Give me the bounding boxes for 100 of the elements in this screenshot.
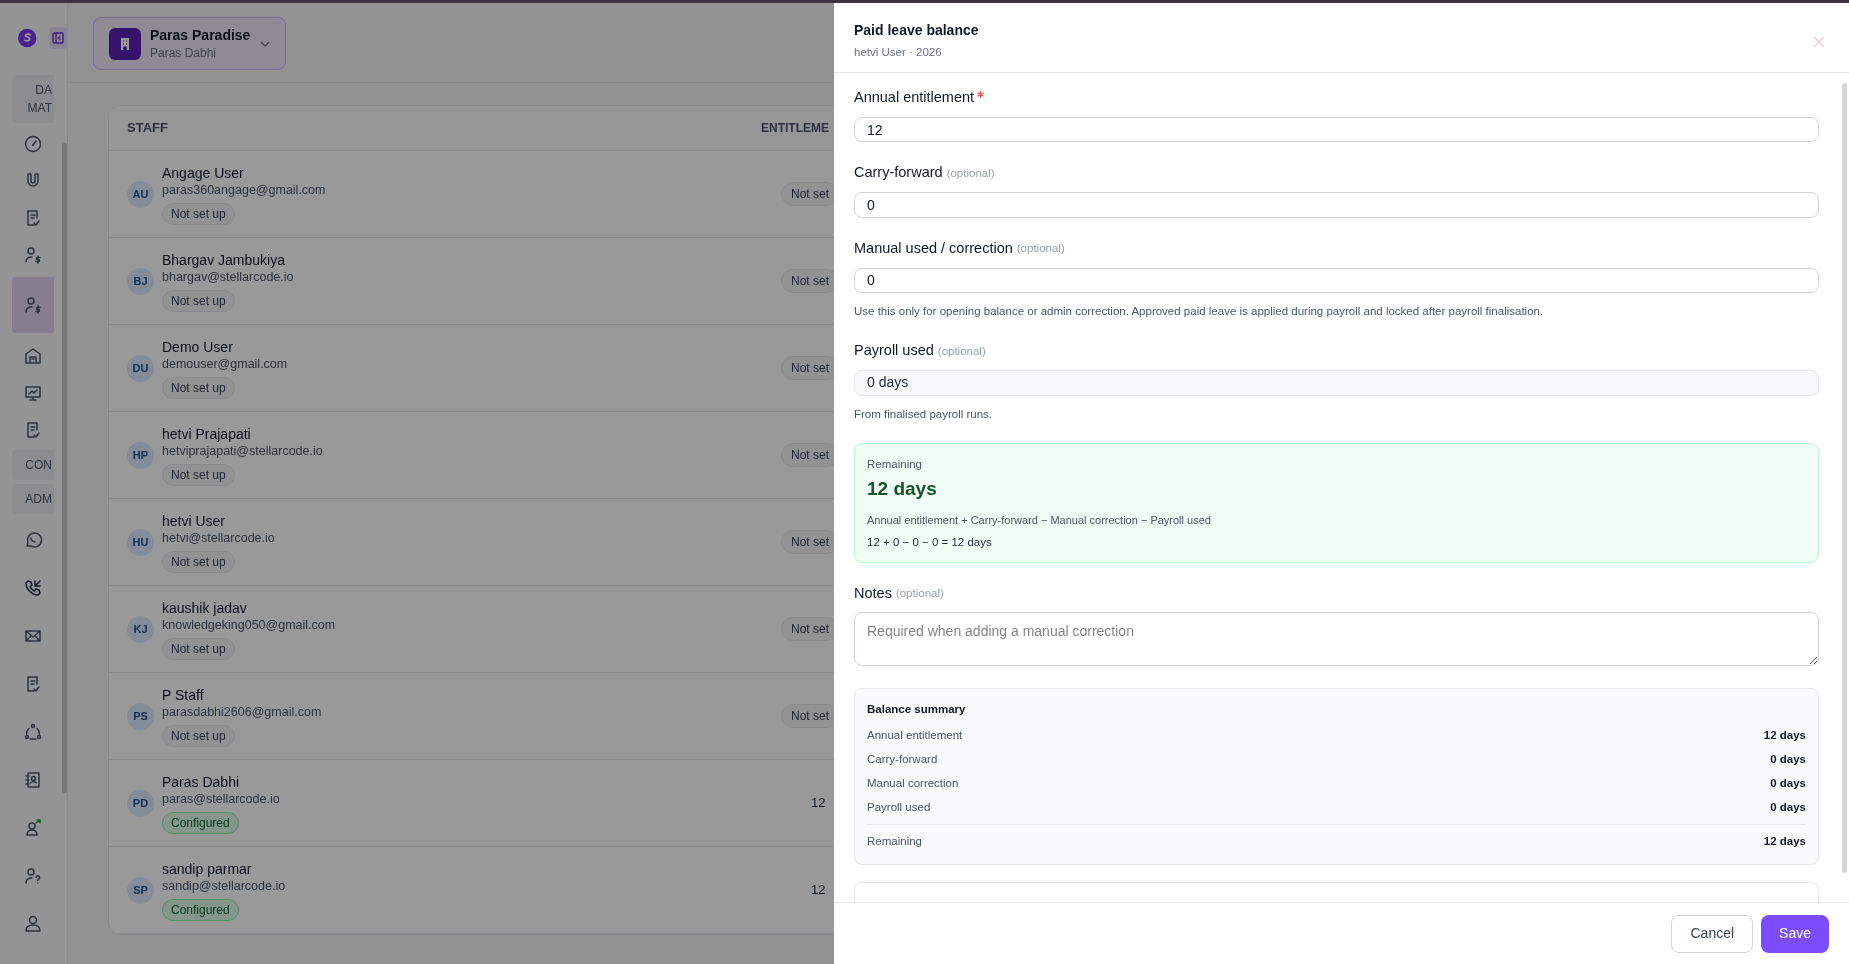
section-label: DA <box>35 82 52 99</box>
readonly-field: 0 days <box>854 370 1819 396</box>
entitlement-badge: Not set <box>781 530 834 554</box>
equation-text: 12 + 0 − 0 − 0 = 12 days <box>867 535 993 551</box>
status-badge: Not set up <box>162 550 235 573</box>
staff-name: hetvi User <box>162 511 226 530</box>
avatar: SP <box>127 876 154 904</box>
summary-value: 0 days <box>1770 776 1806 792</box>
save-button[interactable]: Save <box>1761 914 1829 953</box>
drawer-title: Paid leave balance <box>854 21 979 40</box>
input-field[interactable]: 12 <box>854 116 1819 143</box>
staff-email: hetviprajapati@stellarcode.io <box>162 442 323 460</box>
chevron-down-icon <box>260 40 270 47</box>
summary-value: 0 days <box>1770 752 1806 768</box>
summary-label: Carry-forward <box>867 752 938 768</box>
column-header: ENTITLEME <box>761 120 829 137</box>
status-badge: Not set up <box>162 289 235 312</box>
contact-book-icon <box>23 770 43 790</box>
avatar: PD <box>127 789 154 817</box>
input-field[interactable]: 0 <box>854 192 1819 218</box>
field-label: Annual entitlement <box>854 88 975 107</box>
avatar: AU <box>127 180 154 208</box>
status-badge: Configured <box>162 898 239 921</box>
status-badge: Configured <box>162 811 239 834</box>
staff-name: Paras Dabhi <box>162 772 240 791</box>
field-label: Notes <box>854 583 892 603</box>
user-question-icon <box>23 866 43 886</box>
staff-name: sandip parmar <box>162 859 252 878</box>
cancel-button[interactable]: Cancel <box>1671 914 1754 953</box>
staff-name: Angage User <box>162 163 244 182</box>
avatar: HP <box>127 441 154 469</box>
avatar: HU <box>127 528 154 556</box>
sidebar-toggle-button[interactable] <box>48 27 67 49</box>
field-label: Payroll used <box>854 341 934 361</box>
staff-email: paras@stellarcode.io <box>162 790 280 808</box>
optional-note: (optional) <box>937 343 986 359</box>
formula-text: Annual entitlement + Carry-forward − Manual correction − Payroll used <box>867 512 1212 528</box>
staff-name: hetvi Prajapati <box>162 424 251 443</box>
cycle-icon <box>23 722 43 742</box>
entitlement-badge: Not set <box>781 617 834 641</box>
drawer-subtitle: hetvi User · 2026 <box>854 45 943 60</box>
field-label: Carry-forward <box>854 163 943 183</box>
section-label: CON <box>25 457 52 474</box>
building-icon <box>118 36 132 51</box>
staff-email: demouser@gmail.com <box>162 355 288 373</box>
workspace-selector[interactable]: Paras Paradise Paras Dabhi <box>93 17 286 70</box>
staff-name: Bhargav Jambukiya <box>162 250 285 269</box>
status-badge: Not set up <box>162 376 235 399</box>
user-dollar-icon <box>23 244 43 265</box>
entitlement-value: 12 <box>811 794 826 813</box>
gauge-icon <box>23 133 43 154</box>
remaining-value: 12 days <box>867 477 938 502</box>
avatar: PS <box>127 702 154 730</box>
building-icon <box>23 345 43 366</box>
staff-email: parasdabhi2606@gmail.com <box>162 703 322 721</box>
status-badge: Not set up <box>162 724 235 747</box>
staff-email: knowledgeking050@gmail.com <box>162 616 336 634</box>
staff-email: hetvi@stellarcode.io <box>162 529 275 547</box>
user-icon <box>23 914 43 934</box>
summary-value: 0 days <box>1770 800 1806 816</box>
summary-label: Manual correction <box>867 776 959 792</box>
status-badge: Not set up <box>162 202 235 225</box>
summary-value: 12 days <box>1763 728 1806 744</box>
help-text: From finalised payroll runs. <box>854 406 994 422</box>
workspace-owner: Paras Dabhi <box>150 44 218 62</box>
entitlement-value: 12 <box>811 881 826 900</box>
chat-icon <box>23 530 43 550</box>
avatar: KJ <box>127 615 154 643</box>
notes-field[interactable]: Required when adding a manual correction <box>854 612 1819 666</box>
status-badge: Not set up <box>162 463 235 486</box>
summary-title: Balance summary <box>867 701 967 717</box>
logo-icon <box>18 27 37 49</box>
entitlement-badge: Not set <box>781 182 834 206</box>
input-field[interactable]: 0 <box>854 267 1819 294</box>
column-header: STAFF <box>126 119 169 138</box>
staff-name: Demo User <box>162 337 233 356</box>
optional-note: (optional) <box>946 165 995 181</box>
entitlement-badge: Not set <box>781 443 834 467</box>
nav-item[interactable] <box>12 277 54 333</box>
scrollbar[interactable] <box>62 143 67 793</box>
entitlement-badge: Not set <box>781 356 834 380</box>
phone-icon <box>23 578 43 598</box>
user-arrow-icon <box>23 818 43 838</box>
section-label: ADM <box>25 491 52 508</box>
staff-name: P Staff <box>162 685 204 704</box>
remaining-label: Remaining <box>867 457 923 473</box>
summary-label: Remaining <box>867 833 922 849</box>
summary-label: Annual entitlement <box>867 728 963 744</box>
status-badge: Not set up <box>162 637 235 660</box>
section-label: MAT <box>27 100 52 117</box>
user-dollar-icon <box>23 295 43 315</box>
staff-email: paras360angage@gmail.com <box>162 181 326 199</box>
help-text: Use this only for opening balance or admin correction. Approved paid leave is applied during payroll and locked after payroll finalisation. <box>854 304 1545 320</box>
field-label: Manual used / correction <box>854 238 1013 258</box>
avatar: DU <box>127 354 154 382</box>
optional-note: (optional) <box>895 585 944 601</box>
scrollbar[interactable] <box>1841 83 1847 873</box>
staff-email: bhargav@stellarcode.io <box>162 268 294 286</box>
staff-email: sandip@stellarcode.io <box>162 877 286 895</box>
entitlement-badge: Not set <box>781 269 834 293</box>
